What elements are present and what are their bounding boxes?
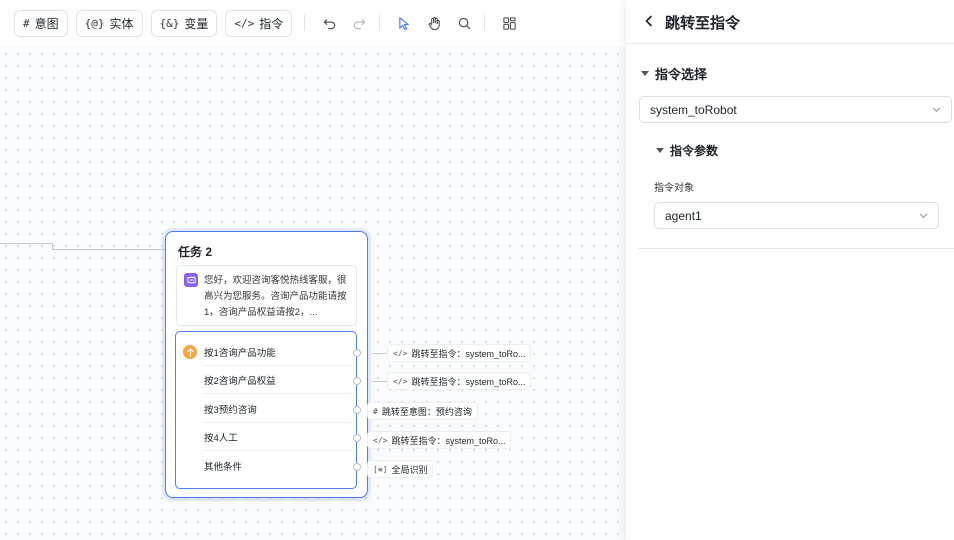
caret-down-icon xyxy=(641,71,649,76)
incoming-edge xyxy=(52,249,165,250)
undo-icon xyxy=(323,18,335,29)
condition-row[interactable]: 按4人工 xyxy=(176,423,356,451)
jump-target-label: 全局识别 xyxy=(391,464,428,475)
panel-title: 跳转至指令 xyxy=(665,15,741,32)
connector-line xyxy=(372,353,388,354)
params-section-toggle[interactable]: 指令参数 xyxy=(656,142,718,159)
section-title: 指令选择 xyxy=(655,67,708,82)
redo-icon xyxy=(353,18,366,29)
jump-target[interactable]: </> 跳转至指令：system_toRo... xyxy=(388,373,531,389)
variable-icon: {&} xyxy=(159,16,180,30)
chevron-down-icon xyxy=(932,107,941,113)
scan-icon: [≡] xyxy=(373,464,388,474)
pointer-icon xyxy=(399,16,409,30)
jump-target-label: 跳转至指令：system_toRo... xyxy=(411,376,526,387)
panel-header: 跳转至指令 xyxy=(626,0,954,44)
variable-button-label: 变量 xyxy=(184,16,209,31)
jump-target-label: 跳转至指令：system_toRo... xyxy=(411,348,526,359)
jump-target[interactable]: </> 跳转至指令：system_toRo... xyxy=(368,432,511,448)
intent-button-label: 意图 xyxy=(34,16,59,31)
layout-button[interactable] xyxy=(495,10,523,37)
output-port[interactable] xyxy=(353,463,361,471)
zoom-button[interactable] xyxy=(450,10,478,37)
entity-button[interactable]: {@} 实体 xyxy=(75,9,143,37)
back-button[interactable] xyxy=(640,12,658,30)
flow-canvas[interactable]: # 意图 {@} 实体 {&} 变量 </> 指令 任务 2 您好，欢迎咨询客悦… xyxy=(0,0,626,540)
toolbar-divider xyxy=(304,15,306,31)
code-icon: </> xyxy=(393,376,408,386)
condition-row[interactable]: 按3预约咨询 xyxy=(176,395,356,423)
condition-label: 按1咨询产品功能 xyxy=(204,348,276,359)
message-text: 您好，欢迎咨询客悦热线客服，很高兴为您服务。咨询产品功能请按1，咨询产品权益请按… xyxy=(204,275,347,318)
message-icon xyxy=(184,273,198,287)
condition-label: 按3预约咨询 xyxy=(204,405,257,416)
hash-icon: # xyxy=(373,406,378,416)
jump-target-label: 跳转至指令：system_toRo... xyxy=(391,435,506,446)
task-title: 任务 2 xyxy=(178,245,213,259)
connector-line xyxy=(372,381,388,382)
condition-row[interactable]: 按2咨询产品权益 xyxy=(176,366,356,394)
jump-target[interactable]: [≡] 全局识别 xyxy=(368,461,433,477)
code-icon: </> xyxy=(373,435,388,445)
properties-panel: 跳转至指令 指令选择 system_toRobot 指令参数 指令对象 agen… xyxy=(626,0,954,540)
grid-layout-icon xyxy=(503,16,516,30)
command-select[interactable]: system_toRobot xyxy=(639,96,952,123)
search-icon xyxy=(458,17,471,29)
output-port[interactable] xyxy=(353,349,361,357)
intent-button[interactable]: # 意图 xyxy=(14,9,68,37)
condition-row[interactable]: 其他条件 xyxy=(176,452,356,480)
hand-icon xyxy=(428,16,440,30)
command-button-label: 指令 xyxy=(259,16,284,31)
output-port[interactable] xyxy=(353,406,361,414)
chevron-left-icon xyxy=(645,15,652,27)
condition-label: 其他条件 xyxy=(204,462,243,473)
jump-target-label: 跳转至意图：预约咨询 xyxy=(381,406,472,417)
condition-row[interactable]: 按1咨询产品功能 xyxy=(176,338,356,366)
caret-down-icon xyxy=(656,148,664,153)
code-icon: </> xyxy=(234,16,255,30)
row-divider xyxy=(203,450,351,451)
message-block[interactable]: 您好，欢迎咨询客悦热线客服，很高兴为您服务。咨询产品功能请按1，咨询产品权益请按… xyxy=(176,265,357,326)
output-port[interactable] xyxy=(353,377,361,385)
hash-icon: # xyxy=(23,16,30,30)
entity-icon: {@} xyxy=(84,16,105,30)
command-select-value: system_toRobot xyxy=(650,102,737,117)
toolbar: # 意图 {@} 实体 {&} 变量 </> 指令 xyxy=(0,0,626,46)
variable-button[interactable]: {&} 变量 xyxy=(150,9,218,37)
condition-label: 按4人工 xyxy=(204,433,238,444)
command-section-toggle[interactable]: 指令选择 xyxy=(641,64,707,83)
condition-list[interactable]: 按1咨询产品功能 按2咨询产品权益 按3预约咨询 按4人工 其他条件 xyxy=(175,331,357,489)
code-icon: </> xyxy=(393,348,408,358)
command-button[interactable]: </> 指令 xyxy=(225,9,293,37)
param-select-value: agent1 xyxy=(665,208,702,223)
toolbar-divider xyxy=(484,15,486,31)
param-select[interactable]: agent1 xyxy=(654,202,939,229)
redo-button[interactable] xyxy=(345,10,373,37)
toolbar-divider xyxy=(379,15,381,31)
chevron-down-icon xyxy=(919,213,928,219)
task-node[interactable]: 任务 2 您好，欢迎咨询客悦热线客服，很高兴为您服务。咨询产品功能请按1，咨询产… xyxy=(165,231,368,498)
param-label: 指令对象 xyxy=(654,183,694,194)
select-tool-button[interactable] xyxy=(390,10,418,37)
section-divider xyxy=(638,248,954,249)
jump-target[interactable]: </> 跳转至指令：system_toRo... xyxy=(388,345,531,361)
hand-tool-button[interactable] xyxy=(420,10,448,37)
undo-button[interactable] xyxy=(315,10,343,37)
jump-target[interactable]: # 跳转至意图：预约咨询 xyxy=(368,403,477,419)
row-divider xyxy=(203,393,351,394)
entity-button-label: 实体 xyxy=(109,16,134,31)
condition-label: 按2咨询产品权益 xyxy=(204,376,276,387)
incoming-edge xyxy=(0,243,52,244)
sub-section-title: 指令参数 xyxy=(670,144,719,158)
output-port[interactable] xyxy=(353,434,361,442)
